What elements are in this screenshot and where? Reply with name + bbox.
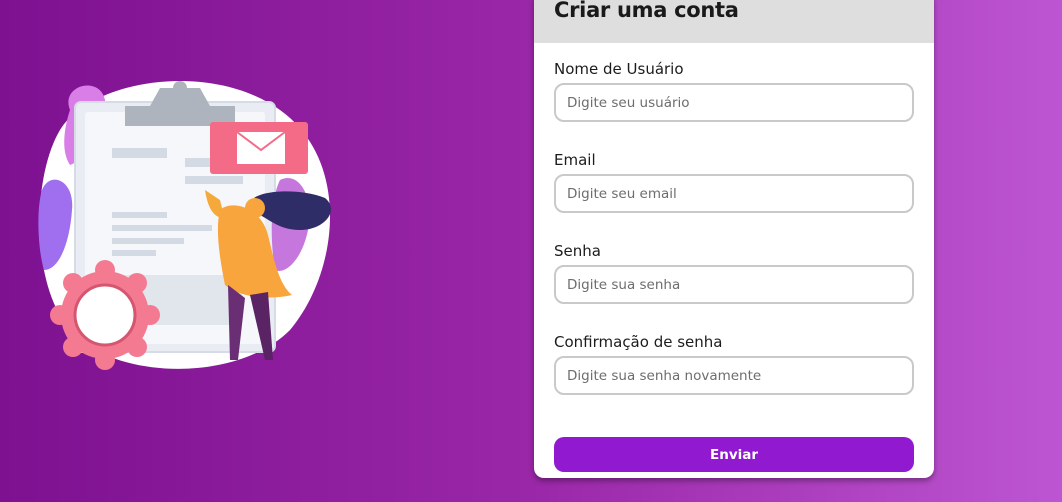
username-input[interactable]: [554, 83, 914, 122]
confirm-password-field-group: Confirmação de senha: [554, 333, 914, 395]
signup-illustration: [38, 81, 331, 370]
username-label: Nome de Usuário: [554, 60, 684, 78]
signup-card: Criar uma conta Nome de Usuário Email Se…: [534, 0, 934, 478]
signup-form: Nome de Usuário Email Senha Confirmação …: [534, 60, 934, 472]
password-label: Senha: [554, 242, 601, 260]
confirm-password-label: Confirmação de senha: [554, 333, 723, 351]
password-input[interactable]: [554, 265, 914, 304]
email-input[interactable]: [554, 174, 914, 213]
password-field-group: Senha: [554, 242, 914, 304]
submit-button[interactable]: Enviar: [554, 437, 914, 472]
email-label: Email: [554, 151, 596, 169]
confirm-password-input[interactable]: [554, 356, 914, 395]
email-field-group: Email: [554, 151, 914, 213]
envelope-icon: [210, 122, 308, 174]
card-header: Criar uma conta: [534, 0, 934, 43]
gear-icon: [50, 260, 160, 370]
page-title: Criar uma conta: [554, 0, 739, 22]
username-field-group: Nome de Usuário: [554, 60, 914, 122]
